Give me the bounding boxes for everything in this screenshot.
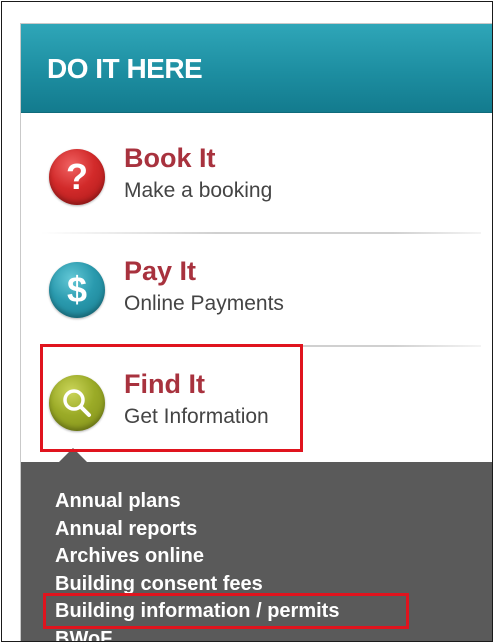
link-annual-reports[interactable]: Annual reports (55, 516, 339, 544)
link-archives-online[interactable]: Archives online (55, 543, 339, 571)
pay-it-item[interactable]: $ Pay It Online Payments (21, 232, 492, 344)
screenshot-frame: DO IT HERE ? Book It Make a booking $ Pa… (1, 1, 493, 642)
book-it-subtitle: Make a booking (124, 179, 273, 202)
question-icon: ? (49, 149, 105, 205)
book-it-item[interactable]: ? Book It Make a booking (21, 119, 492, 231)
building-permits-highlight-box (43, 593, 409, 629)
panel-header: DO IT HERE (21, 24, 492, 113)
find-it-highlight-box (40, 344, 303, 452)
panel-title: DO IT HERE (47, 53, 203, 84)
link-annual-plans[interactable]: Annual plans (55, 488, 339, 516)
pay-it-title[interactable]: Pay It (124, 256, 196, 287)
book-it-title[interactable]: Book It (124, 143, 216, 174)
dollar-icon: $ (49, 262, 105, 318)
do-it-here-panel: DO IT HERE ? Book It Make a booking $ Pa… (20, 23, 492, 641)
pay-it-subtitle: Online Payments (124, 292, 284, 315)
